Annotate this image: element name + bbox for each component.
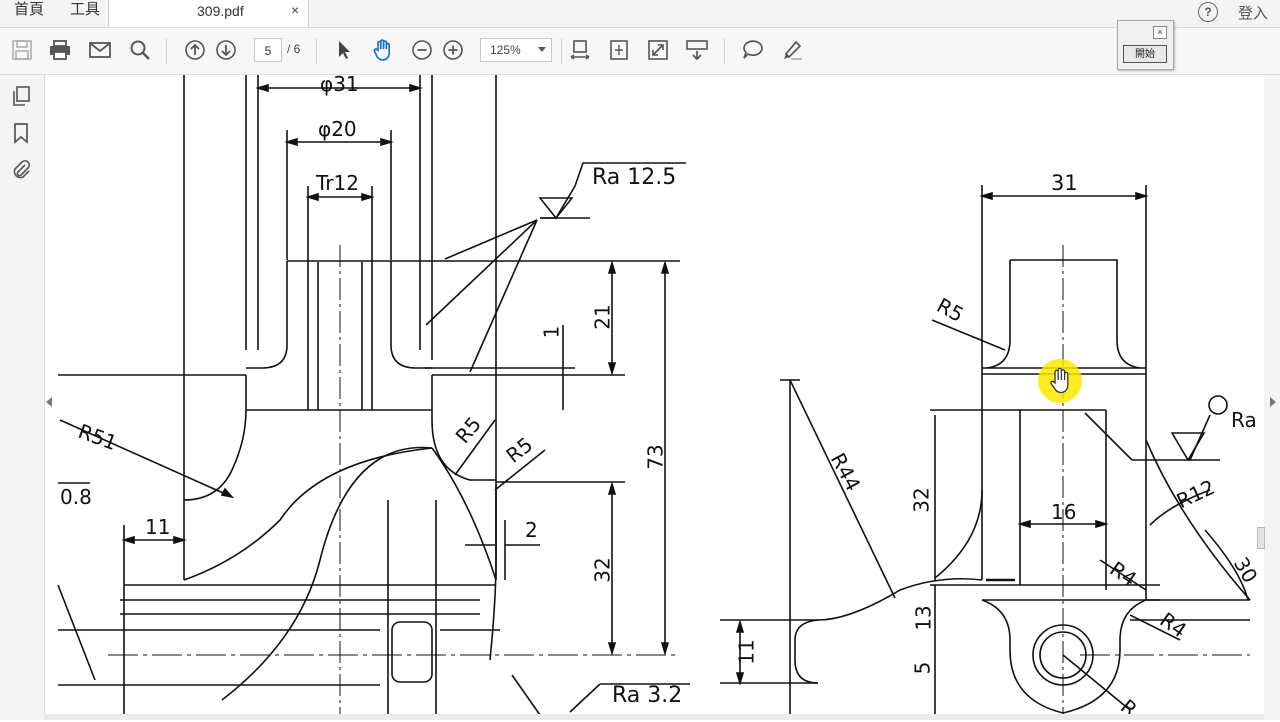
label-11-right: 11 bbox=[734, 639, 759, 665]
floating-control-panel: × 開始 bbox=[1117, 20, 1174, 70]
start-button[interactable]: 開始 bbox=[1123, 45, 1167, 63]
label-32-mid: 32 bbox=[590, 557, 615, 583]
label-32-right: 32 bbox=[909, 487, 934, 513]
horizontal-scrollbar[interactable] bbox=[44, 714, 1264, 720]
expand-right-icon[interactable] bbox=[1270, 397, 1276, 407]
vertical-scrollbar-thumb[interactable] bbox=[1257, 527, 1265, 549]
label-ra-bottom: Ra 3.2 bbox=[612, 683, 683, 708]
close-icon[interactable]: × bbox=[1153, 26, 1167, 39]
label-21: 21 bbox=[590, 304, 615, 330]
cursor-highlight bbox=[1038, 359, 1082, 403]
label-16: 16 bbox=[1051, 500, 1077, 524]
label-73: 73 bbox=[643, 444, 668, 470]
label-11-left: 11 bbox=[145, 515, 171, 539]
right-panel-strip bbox=[1264, 75, 1280, 720]
label-13: 13 bbox=[911, 605, 936, 631]
label-31: 31 bbox=[1051, 171, 1078, 195]
label-5: 5 bbox=[910, 661, 935, 675]
label-phi31: φ31 bbox=[320, 72, 359, 96]
label-phi20: φ20 bbox=[318, 117, 357, 141]
label-tr12: Tr12 bbox=[316, 171, 359, 195]
label-ra-right: Ra bbox=[1231, 408, 1257, 432]
label-ra-top: Ra 12.5 bbox=[592, 165, 677, 190]
label-0-8: 0.8 bbox=[60, 485, 92, 509]
label-2: 2 bbox=[525, 518, 538, 542]
technical-drawing bbox=[57, 75, 1251, 720]
label-1: 1 bbox=[539, 325, 564, 339]
